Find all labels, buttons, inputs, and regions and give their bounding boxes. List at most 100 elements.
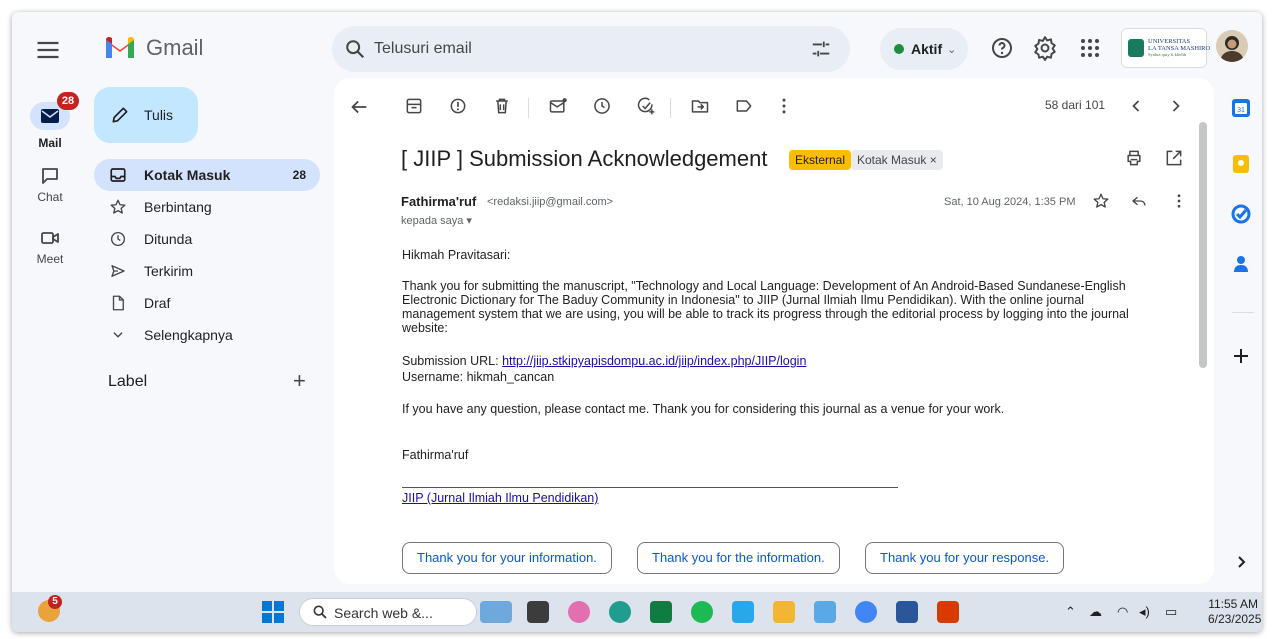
report-spam-icon[interactable]	[448, 96, 472, 120]
rail-mail[interactable]: 28 Mail	[20, 92, 80, 150]
edge-browser-icon[interactable]	[609, 601, 631, 623]
gmail-logo-icon[interactable]	[104, 34, 136, 60]
inbox-count: 28	[292, 168, 306, 182]
clock-icon	[108, 229, 128, 249]
add-addon-icon[interactable]	[1231, 346, 1251, 366]
apps-grid-icon[interactable]	[1078, 36, 1102, 60]
trash-icon[interactable]	[492, 96, 516, 120]
label-icon[interactable]	[734, 96, 758, 120]
keep-icon[interactable]	[1231, 154, 1251, 174]
acrobat-icon[interactable]	[937, 601, 959, 623]
svg-text:31: 31	[1237, 107, 1245, 114]
teams-icon[interactable]	[814, 601, 836, 623]
nav-item-sent[interactable]: Terkirim	[94, 255, 320, 287]
nav-label: Berbintang	[144, 199, 212, 215]
taskbar-search-text: Search web &...	[334, 605, 433, 621]
toolbar-divider	[528, 98, 529, 118]
smart-reply-button[interactable]: Thank you for your response.	[865, 542, 1065, 574]
nav-item-more[interactable]: Selengkapnya	[94, 319, 320, 351]
reply-icon[interactable]	[1130, 192, 1154, 216]
chevron-down-icon: ⌄	[947, 43, 957, 56]
microsoft-store-icon[interactable]	[650, 601, 672, 623]
back-arrow-icon[interactable]	[348, 96, 372, 120]
inbox-label-chip[interactable]: Kotak Masuk ×	[851, 150, 943, 170]
mail-pill: 28	[30, 92, 79, 130]
windows-start-icon[interactable]	[262, 601, 284, 623]
rail-meet[interactable]: Meet	[20, 226, 80, 266]
outlook-icon[interactable]	[732, 601, 754, 623]
wifi-icon[interactable]: ◠	[1117, 604, 1128, 620]
chevron-up-icon[interactable]: ⌃	[1065, 604, 1076, 620]
calendar-icon[interactable]: 31	[1231, 98, 1251, 118]
open-in-new-window-icon[interactable]	[1164, 148, 1188, 172]
organization-logo[interactable]: UNIVERSITAS LA TANSA MASHIRO Syahra quiy …	[1121, 28, 1210, 68]
more-vert-icon[interactable]	[774, 96, 798, 120]
file-explorer-icon[interactable]	[773, 601, 795, 623]
rail-meet-label: Meet	[36, 252, 64, 266]
search-bar[interactable]	[332, 26, 850, 72]
main-menu-button[interactable]	[34, 36, 62, 64]
inbox-icon	[108, 165, 128, 185]
help-icon[interactable]	[990, 36, 1014, 60]
search-options-icon[interactable]	[810, 38, 832, 60]
spotify-icon[interactable]	[691, 601, 713, 623]
tasks-icon[interactable]	[1231, 204, 1251, 224]
star-icon[interactable]	[1092, 192, 1116, 216]
signature-divider	[402, 487, 898, 488]
volume-icon[interactable]: ◂)	[1139, 604, 1150, 620]
mark-unread-icon[interactable]	[548, 96, 572, 120]
status-selector[interactable]: Aktif ⌄	[880, 28, 968, 70]
snooze-icon[interactable]	[592, 96, 616, 120]
submission-url-line: Submission URL: http://jiip.stkipyapisdo…	[402, 354, 1132, 368]
smart-reply-button[interactable]: Thank you for your information.	[402, 542, 612, 574]
submission-url-link[interactable]: http://jiip.stkipyapisdompu.ac.id/jiip/i…	[502, 354, 806, 368]
copilot-icon[interactable]	[568, 601, 590, 623]
compose-button[interactable]: Tulis	[94, 87, 198, 143]
star-icon	[108, 197, 128, 217]
email-greeting: Hikmah Pravitasari:	[402, 248, 511, 262]
search-input[interactable]	[374, 36, 794, 62]
nav-item-snoozed[interactable]: Ditunda	[94, 223, 320, 255]
university-emblem-icon	[1128, 39, 1144, 57]
mail-unread-badge: 28	[57, 92, 79, 110]
nav-item-drafts[interactable]: Draf	[94, 287, 320, 319]
nav-item-inbox[interactable]: Kotak Masuk 28	[94, 159, 320, 191]
search-icon[interactable]	[344, 38, 366, 60]
battery-icon[interactable]: ▭	[1165, 604, 1177, 620]
external-tag: Eksternal	[789, 150, 852, 170]
onedrive-icon[interactable]: ☁	[1089, 604, 1102, 620]
side-panel-divider	[1232, 312, 1254, 313]
chrome-icon[interactable]	[855, 601, 877, 623]
contacts-icon[interactable]	[1231, 254, 1251, 274]
move-to-icon[interactable]	[690, 96, 714, 120]
nav-label: Kotak Masuk	[144, 167, 231, 183]
chevron-left-icon[interactable]	[1126, 96, 1150, 120]
labels-heading: Label	[108, 373, 148, 390]
archive-icon[interactable]	[404, 96, 428, 120]
rail-chat-label: Chat	[37, 190, 63, 204]
email-date: Sat, 10 Aug 2024, 1:35 PM	[944, 196, 1076, 208]
rail-chat[interactable]: Chat	[20, 164, 80, 204]
add-task-icon[interactable]	[636, 96, 660, 120]
email-paragraph: If you have any question, please contact…	[402, 402, 1005, 416]
more-vert-icon[interactable]	[1170, 192, 1194, 216]
journal-link[interactable]: JIIP (Jurnal Ilmiah Ilmu Pendidikan)	[402, 491, 1132, 505]
email-subject: [ JIIP ] Submission Acknowledgement	[401, 146, 768, 171]
news-widget-icon[interactable]	[480, 601, 512, 623]
recipient-details-toggle[interactable]: kepada saya ▾	[401, 214, 472, 227]
add-label-button[interactable]: +	[293, 368, 306, 394]
smart-reply-button[interactable]: Thank you for the information.	[637, 542, 840, 574]
sender-name[interactable]: Fathirma'ruf	[401, 194, 476, 209]
chevron-right-icon[interactable]	[1231, 552, 1251, 572]
avatar[interactable]	[1216, 30, 1248, 62]
scrollbar[interactable]	[1199, 122, 1207, 368]
taskbar-clock[interactable]: 11:55 AM 6/23/2025	[1208, 597, 1261, 627]
task-view-icon[interactable]	[527, 601, 549, 623]
chevron-right-icon[interactable]	[1166, 96, 1190, 120]
taskbar-search[interactable]: Search web &...	[299, 598, 477, 626]
word-icon[interactable]	[896, 601, 918, 623]
gear-icon[interactable]	[1032, 35, 1058, 61]
windows-taskbar: 5 Search web &... ⌃ ☁ ◠ ◂) ▭ 11:55 AM 6/…	[12, 592, 1262, 632]
print-icon[interactable]	[1124, 148, 1148, 172]
nav-item-starred[interactable]: Berbintang	[94, 191, 320, 223]
